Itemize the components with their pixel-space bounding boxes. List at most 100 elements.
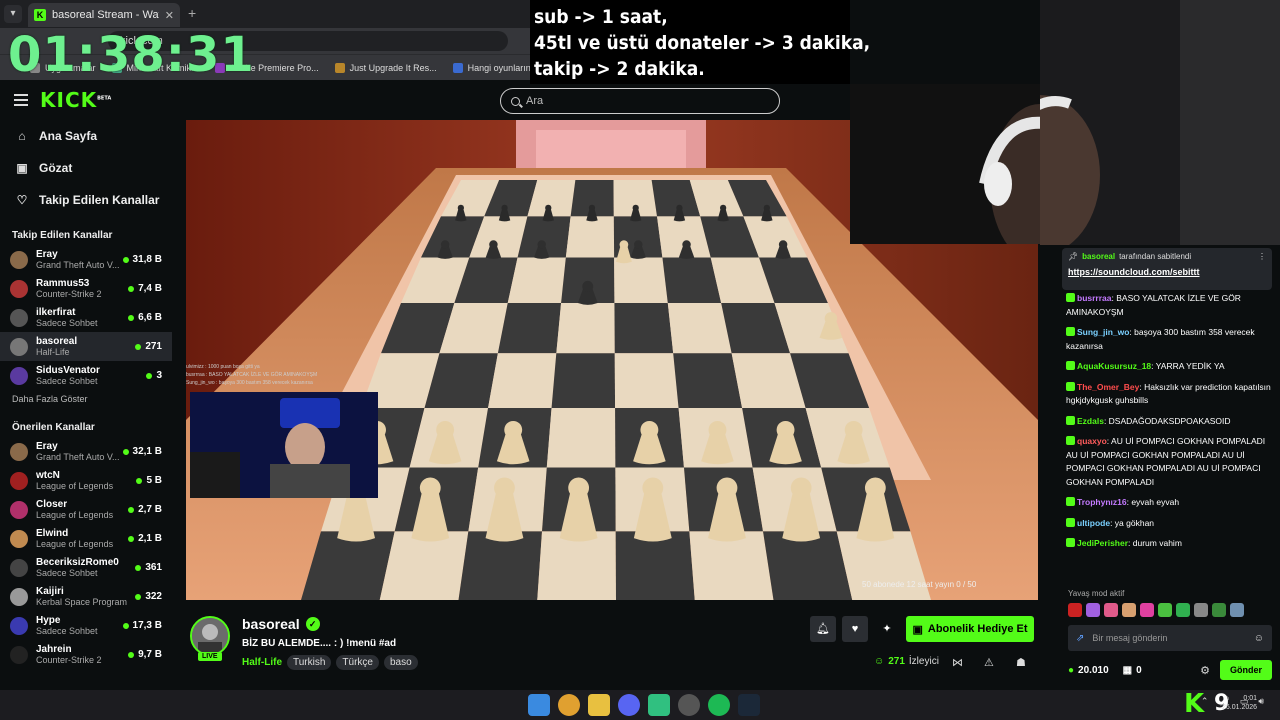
- app-icon[interactable]: [648, 694, 670, 716]
- viewer-count: 2,7 B: [128, 504, 162, 515]
- nav-following[interactable]: ♡ Takip Edilen Kanallar: [0, 184, 172, 216]
- streamer-name[interactable]: basoreal ✓: [242, 616, 320, 632]
- chat-username[interactable]: busrrraa: [1077, 293, 1112, 303]
- sidebar-channel-closer[interactable]: Closer League of Legends 2,7 B: [0, 495, 172, 524]
- more-options-icon[interactable]: ⋮: [1258, 252, 1266, 261]
- live-dot-icon: [128, 651, 135, 658]
- bookmark-item[interactable]: Just Upgrade It Res...: [334, 62, 437, 73]
- sidebar-channel-basoreal[interactable]: basoreal Half-Life 271: [0, 332, 172, 361]
- emoji-icon[interactable]: ☺: [1254, 633, 1264, 644]
- kick-logo[interactable]: KICKBETA: [40, 88, 111, 112]
- system-clock: 0:01 26.01.2026: [1222, 695, 1258, 711]
- settings-gear-icon[interactable]: ⚙: [1200, 664, 1210, 677]
- sidebar-channel-hype[interactable]: Hype Sadece Sohbet 17,3 B: [0, 611, 172, 640]
- stream-info-bar: LIVE basoreal ✓ BİZ BU ALEMDE.... : ) !me…: [186, 604, 1038, 690]
- facecam-image: [190, 392, 378, 498]
- sidebar-channel-rammus53[interactable]: Rammus53 Counter-Strike 2 7,4 B: [0, 274, 172, 303]
- spotify-icon[interactable]: [708, 694, 730, 716]
- sparkle-button[interactable]: ✦: [874, 616, 900, 642]
- box-icon: ▦: [1122, 664, 1133, 676]
- sparkle-icon: ✦: [882, 623, 892, 635]
- speaker-icon[interactable]: 🔊︎: [1258, 696, 1264, 707]
- report-icon[interactable]: ⚠: [984, 656, 994, 669]
- steam-icon[interactable]: [738, 694, 760, 716]
- chat-username[interactable]: Sung_jin_wo: [1077, 327, 1129, 337]
- obs-icon[interactable]: [678, 694, 700, 716]
- game-link[interactable]: Half-Life: [242, 657, 282, 668]
- chat-username[interactable]: ultipode: [1077, 518, 1110, 528]
- channel-game: Grand Theft Auto V...: [36, 260, 120, 270]
- tab-list-button[interactable]: ▾: [4, 5, 22, 23]
- channel-points[interactable]: ● 20.010: [1068, 665, 1109, 676]
- new-tab-button[interactable]: +: [188, 5, 196, 21]
- chat-username[interactable]: JediPerisher: [1077, 538, 1128, 548]
- viewers-icon: ☺: [874, 656, 885, 667]
- menu-icon[interactable]: [14, 94, 28, 106]
- chrome-icon[interactable]: [558, 694, 580, 716]
- tab-close-icon[interactable]: ✕: [165, 9, 174, 22]
- browser-tab-active[interactable]: K basoreal Stream - Watch Li ✕: [28, 3, 180, 27]
- search-input[interactable]: [526, 95, 746, 107]
- emote-icon[interactable]: [1086, 603, 1100, 617]
- sidebar-channel-eray[interactable]: Eray Grand Theft Auto V... 32,1 B: [0, 437, 172, 466]
- emote-icon[interactable]: [1140, 603, 1154, 617]
- emote-icon[interactable]: [1194, 603, 1208, 617]
- nav-browse[interactable]: ▣ Gözat: [0, 152, 172, 184]
- start-icon[interactable]: [528, 694, 550, 716]
- sidebar-channel-jahrein[interactable]: Jahrein Counter-Strike 2 9,7 B: [0, 640, 172, 669]
- avatar-image: [192, 618, 228, 654]
- command-icon[interactable]: ⇗: [1076, 633, 1084, 644]
- emote-icon[interactable]: [1212, 603, 1226, 617]
- tag[interactable]: baso: [383, 655, 418, 670]
- channel-name: Eray: [36, 249, 58, 260]
- send-button[interactable]: Gönder: [1219, 660, 1272, 680]
- nav-home[interactable]: ⌂ Ana Sayfa: [0, 120, 172, 152]
- sidebar-channel-elwind[interactable]: Elwind League of Legends 2,1 B: [0, 524, 172, 553]
- emote-icon[interactable]: [1122, 603, 1136, 617]
- viewer-count: ☺ 271 İzleyici: [874, 656, 939, 667]
- share-icon[interactable]: ⋈: [952, 656, 963, 669]
- tag[interactable]: Türkçe: [336, 655, 379, 670]
- folder-icon[interactable]: [588, 694, 610, 716]
- chat-input-box[interactable]: ⇗ ☺: [1068, 625, 1272, 651]
- chat-message: Sung_jin_wo: başoya 300 bastım 358 verec…: [1066, 327, 1255, 351]
- home-icon: ⌂: [18, 129, 26, 143]
- sidebar-channel-beceriksizrome0[interactable]: BeceriksizRome0 Sadece Sohbet 361: [0, 553, 172, 582]
- chat-username[interactable]: AquaKusursuz_18: [1077, 361, 1151, 371]
- sidebar-channel-kaijiri[interactable]: Kaijiri Kerbal Space Program 322: [0, 582, 172, 611]
- sidebar-channel-sidusvenator[interactable]: SidusVenator Sadece Sohbet 3: [0, 361, 172, 390]
- sidebar-channel-wtcn[interactable]: wtcN League of Legends 5 B: [0, 466, 172, 495]
- chat-username[interactable]: The_Omer_Bey: [1077, 382, 1139, 392]
- other-points[interactable]: ▦ 0: [1123, 665, 1142, 676]
- chat-username[interactable]: Trophynız16: [1077, 497, 1127, 507]
- chat-text: durum vahim: [1132, 538, 1182, 548]
- chat-username[interactable]: quaxyo: [1077, 436, 1107, 446]
- follow-button[interactable]: ♥: [842, 616, 868, 642]
- chat-message: Ezdals: DSADAĞODAKSDPOAKASOID: [1066, 415, 1274, 429]
- bell-icon: 🔔︎: [816, 623, 830, 635]
- tag[interactable]: Turkish: [287, 655, 332, 670]
- channel-name: SidusVenator: [36, 365, 100, 376]
- screen: ▾ K basoreal Stream - Watch Li ✕ + kick.…: [0, 0, 1280, 720]
- show-more-link[interactable]: Daha Fazla Göster: [0, 390, 172, 408]
- discord-icon[interactable]: [618, 694, 640, 716]
- sidebar-channel-ilkerfirat[interactable]: ilkerfirat Sadece Sohbet 6,6 B: [0, 303, 172, 332]
- sidebar-channel-eray[interactable]: Eray Grand Theft Auto V... 31,8 B: [0, 245, 172, 274]
- chat-username[interactable]: Ezdals: [1077, 416, 1104, 426]
- gift-sub-button[interactable]: ▣ Abonelik Hediye Et: [906, 616, 1034, 642]
- emote-icon[interactable]: [1158, 603, 1172, 617]
- chat-input[interactable]: [1092, 633, 1246, 643]
- streamer-avatar[interactable]: [190, 616, 230, 656]
- search-box[interactable]: [500, 88, 780, 114]
- emote-icon[interactable]: [1104, 603, 1118, 617]
- pinned-message: 📌︎ basoreal tarafından sabitlendi ⋮ http…: [1062, 248, 1272, 290]
- emote-icon[interactable]: [1230, 603, 1244, 617]
- pinned-link[interactable]: https://soundcloud.com/sebittt: [1068, 267, 1266, 277]
- emote-icon[interactable]: [1176, 603, 1190, 617]
- notification-bell-button[interactable]: 🔔︎: [810, 616, 836, 642]
- user-icon[interactable]: ☗: [1016, 656, 1026, 669]
- pinned-by[interactable]: basoreal: [1082, 252, 1115, 261]
- emote-icon[interactable]: [1068, 603, 1082, 617]
- facecam-overlay: [190, 392, 378, 498]
- channel-name: wtcN: [36, 470, 60, 481]
